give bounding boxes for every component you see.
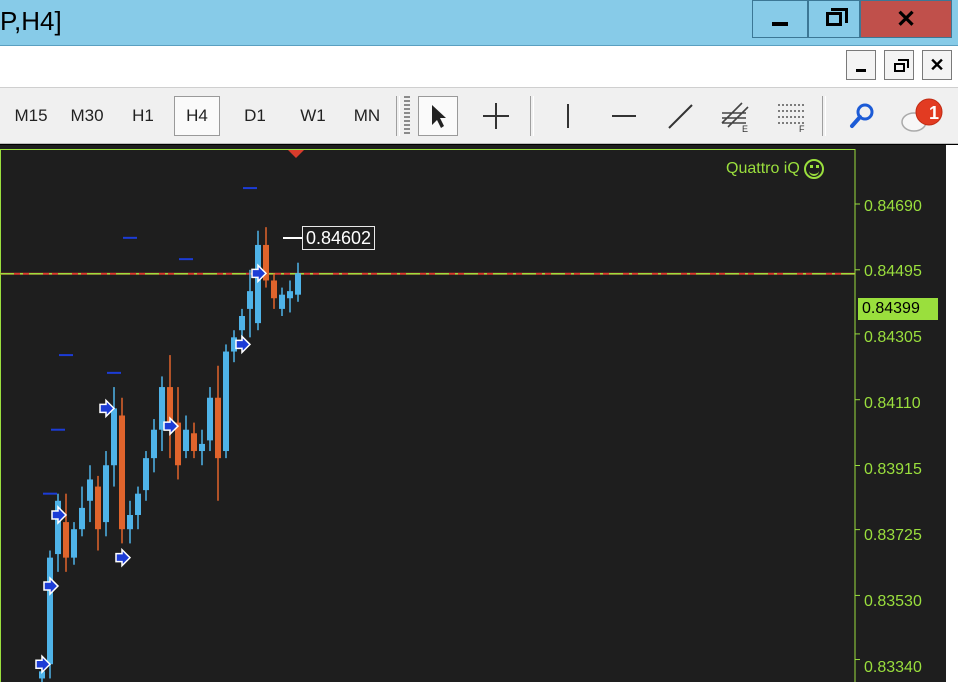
candle-body bbox=[199, 443, 205, 452]
cursor-icon bbox=[432, 105, 446, 128]
search-icon bbox=[850, 103, 874, 128]
candle-body bbox=[215, 397, 221, 459]
child-close-button[interactable]: ✕ bbox=[922, 50, 952, 80]
candle-body bbox=[295, 273, 301, 295]
timeframe-m15[interactable]: M15 bbox=[6, 96, 56, 136]
candle-body bbox=[183, 429, 189, 452]
notification-icon bbox=[901, 98, 943, 132]
chart-right-edge bbox=[946, 145, 958, 682]
svg-text:F: F bbox=[799, 124, 805, 133]
price-marker-label: 0.84602 bbox=[302, 226, 376, 250]
candle-body bbox=[135, 493, 141, 515]
timeframe-w1[interactable]: W1 bbox=[290, 96, 336, 136]
minimize-icon bbox=[856, 68, 866, 72]
candle-body bbox=[247, 291, 253, 309]
smiley-icon bbox=[803, 159, 824, 179]
restore-icon bbox=[893, 58, 909, 72]
buy-arrow-marker bbox=[51, 505, 68, 525]
buy-arrow-marker bbox=[43, 576, 60, 596]
y-tick-label: 0.83340 bbox=[864, 659, 922, 676]
candle-body bbox=[207, 397, 213, 441]
fibonacci-channel-tool-button[interactable]: E bbox=[716, 96, 756, 136]
candle-body bbox=[87, 479, 93, 501]
buy-arrow-marker bbox=[235, 334, 252, 355]
candle-body bbox=[151, 429, 157, 459]
indicator-name: Quattro iQ bbox=[726, 160, 800, 177]
candle-body bbox=[71, 529, 77, 558]
cursor-tool-button[interactable] bbox=[418, 96, 458, 136]
trendline-icon bbox=[668, 104, 693, 129]
y-tick-label: 0.84495 bbox=[864, 263, 922, 280]
candle-body bbox=[143, 458, 149, 491]
mdi-window-bar: ✕ bbox=[0, 46, 958, 88]
candle-body bbox=[223, 351, 229, 452]
trendline-tool-button[interactable] bbox=[660, 96, 700, 136]
current-price-label: 0.84399 bbox=[858, 298, 938, 320]
fibonacci-fan-icon: F bbox=[778, 104, 805, 133]
candle-body bbox=[287, 291, 293, 299]
close-icon: ✕ bbox=[929, 54, 945, 75]
child-restore-button[interactable] bbox=[884, 50, 914, 80]
candle-body bbox=[63, 522, 69, 558]
candle-body bbox=[191, 433, 197, 452]
notifications-button[interactable]: 1 bbox=[894, 96, 954, 136]
shift-marker bbox=[288, 150, 304, 158]
notification-count: 1 bbox=[929, 103, 940, 123]
candle-body bbox=[95, 486, 101, 530]
window-title: P,H4] bbox=[0, 6, 62, 36]
toolbar-separator bbox=[822, 96, 826, 136]
price-chart[interactable]: Quattro iQ 0.84602 0.84690 0.84495 0.843… bbox=[0, 145, 958, 682]
buy-arrow-marker bbox=[115, 547, 132, 568]
y-tick-label: 0.84110 bbox=[864, 395, 921, 412]
candle-body bbox=[255, 244, 261, 324]
maximize-button[interactable] bbox=[808, 0, 860, 38]
indicator-label: Quattro iQ bbox=[726, 159, 824, 179]
minimize-button[interactable] bbox=[752, 0, 808, 38]
candle-body bbox=[271, 280, 277, 299]
chart-canvas[interactable] bbox=[0, 145, 958, 682]
y-tick-label: 0.83530 bbox=[864, 593, 922, 610]
toolbar-grip[interactable] bbox=[404, 96, 410, 136]
search-button[interactable] bbox=[842, 96, 882, 136]
child-minimize-button[interactable] bbox=[846, 50, 876, 80]
candle-body bbox=[279, 294, 285, 309]
svg-text:E: E bbox=[742, 124, 748, 133]
candle-body bbox=[47, 557, 53, 665]
candle-body bbox=[79, 507, 85, 530]
timeframe-h1[interactable]: H1 bbox=[120, 96, 166, 136]
window-titlebar: P,H4] ✕ bbox=[0, 0, 958, 46]
vertical-line-icon bbox=[567, 104, 569, 128]
horizontal-line-tool-button[interactable] bbox=[604, 96, 644, 136]
fibonacci-levels-tool-button[interactable]: F bbox=[772, 96, 812, 136]
timeframe-m30[interactable]: M30 bbox=[62, 96, 112, 136]
toolbar: M15 M30 H1 H4 D1 W1 MN E F 1 bbox=[0, 88, 958, 144]
close-icon: ✕ bbox=[895, 5, 917, 33]
y-tick-label: 0.84690 bbox=[864, 198, 922, 215]
timeframe-h4[interactable]: H4 bbox=[174, 96, 220, 136]
crosshair-tool-button[interactable] bbox=[476, 96, 516, 136]
close-button[interactable]: ✕ bbox=[860, 0, 952, 38]
toolbar-separator bbox=[396, 96, 400, 136]
timeframe-mn[interactable]: MN bbox=[344, 96, 390, 136]
vertical-line-tool-button[interactable] bbox=[548, 96, 588, 136]
minimize-icon bbox=[772, 22, 788, 26]
candle-body bbox=[127, 514, 133, 530]
y-tick-label: 0.84305 bbox=[864, 329, 922, 346]
candle-body bbox=[103, 465, 109, 523]
chart-frame bbox=[0, 149, 856, 682]
candle-body bbox=[111, 408, 117, 466]
horizontal-line-icon bbox=[612, 115, 636, 117]
timeframe-d1[interactable]: D1 bbox=[232, 96, 278, 136]
toolbar-separator bbox=[530, 96, 534, 136]
candle-body bbox=[119, 415, 125, 530]
candle-body bbox=[239, 316, 245, 331]
fibonacci-icon: E bbox=[721, 102, 749, 133]
y-tick-label: 0.83725 bbox=[864, 527, 922, 544]
restore-icon bbox=[826, 8, 848, 26]
y-tick-label: 0.83915 bbox=[864, 461, 922, 478]
crosshair-icon bbox=[483, 103, 509, 129]
